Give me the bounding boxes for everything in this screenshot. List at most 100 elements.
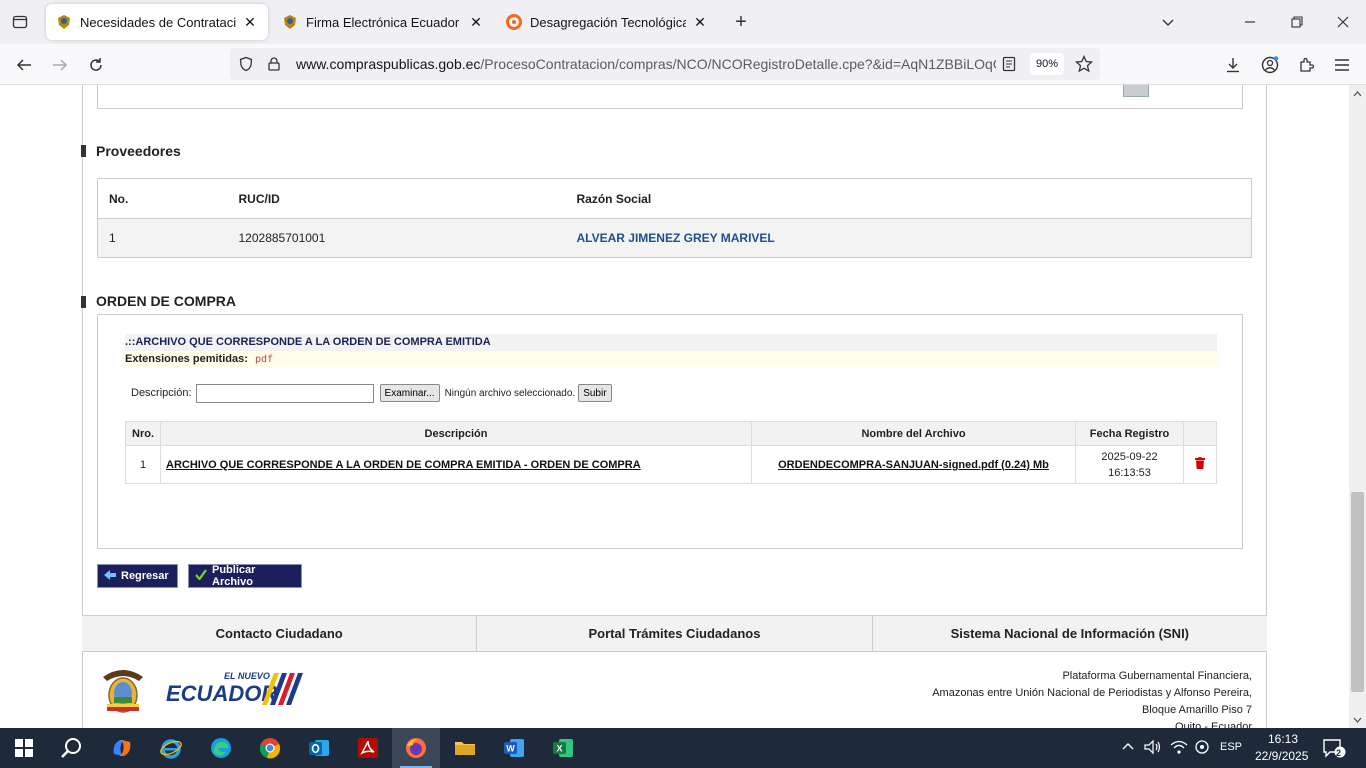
footer-address: Plataforma Gubernamental Financiera, Ama…	[932, 668, 1252, 728]
camera-privacy-icon[interactable]	[1194, 739, 1210, 758]
table-header-row: Nro. Descripción Nombre del Archivo Fech…	[125, 421, 1217, 446]
browser-nav-bar: www.compraspublicas.gob.ec/ProcesoContra…	[0, 44, 1366, 85]
cell-razon-social-link[interactable]: ALVEAR JIMENEZ GREY MARIVEL	[565, 218, 1252, 258]
fecha-time: 16:13:53	[1108, 466, 1151, 479]
chrome-icon[interactable]	[246, 728, 294, 768]
copilot-icon[interactable]	[98, 728, 146, 768]
cell-archivo: ORDENDECOMPRA-SANJUAN-signed.pdf (0.24) …	[751, 445, 1076, 484]
clock-date[interactable]: 22/9/2025	[1255, 749, 1308, 763]
clock-time[interactable]: 16:13	[1268, 732, 1298, 746]
upload-button[interactable]: Subir	[578, 384, 612, 402]
tab-title: Necesidades de Contratación y	[80, 14, 236, 30]
descripcion-link[interactable]: ARCHIVO QUE CORRESPONDE A LA ORDEN DE CO…	[166, 459, 641, 471]
language-indicator[interactable]: ESP	[1220, 741, 1242, 753]
proveedores-title: Proveedores	[96, 143, 181, 159]
descripcion-label: Descripción:	[131, 387, 192, 399]
wifi-icon[interactable]	[1170, 739, 1188, 758]
address-line: Plataforma Gubernamental Financiera,	[1062, 670, 1252, 682]
new-tab-icon[interactable]: +	[729, 10, 753, 34]
tab-necesidades[interactable]: Necesidades de Contratación y ✕	[46, 4, 268, 40]
forward-arrow-icon[interactable]	[45, 50, 75, 80]
back-arrow-icon[interactable]	[9, 50, 39, 80]
orden-compra-title: ORDEN DE COMPRA	[96, 293, 237, 309]
cell-ruc: 1202885701001	[227, 218, 566, 258]
previous-section-box	[97, 85, 1243, 109]
footer-link-sni[interactable]: Sistema Nacional de Información (SNI)	[873, 616, 1267, 651]
col-header-actions	[1183, 421, 1217, 446]
volume-icon[interactable]	[1144, 739, 1162, 758]
archivo-link[interactable]: ORDENDECOMPRA-SANJUAN-signed.pdf (0.24) …	[778, 459, 1049, 471]
address-line: Quito - Ecuador	[1174, 721, 1252, 728]
hamburger-menu-icon[interactable]	[1327, 50, 1357, 80]
scroll-up-arrow-icon[interactable]	[1349, 85, 1366, 102]
search-icon[interactable]	[48, 728, 96, 768]
account-icon[interactable]	[1255, 50, 1285, 80]
footer-link-contacto[interactable]: Contacto Ciudadano	[82, 616, 478, 651]
lock-icon[interactable]	[260, 50, 288, 78]
footer-link-portal-tramites[interactable]: Portal Trámites Ciudadanos	[477, 616, 873, 651]
close-tab-icon[interactable]: ✕	[692, 14, 708, 30]
coat-of-arms-logo	[99, 663, 147, 715]
extensions-icon[interactable]	[1291, 50, 1321, 80]
excel-icon[interactable]: X	[539, 728, 587, 768]
svg-text:ECUADOR: ECUADOR	[166, 681, 277, 706]
ecuador-shield-icon	[284, 15, 296, 29]
regresar-button[interactable]: Regresar	[97, 564, 178, 588]
close-tab-icon[interactable]: ✕	[242, 14, 258, 30]
browser-tab-bar: Necesidades de Contratación y ✕ Firma El…	[0, 0, 1366, 44]
no-file-text: Ningún archivo seleccionado.	[444, 387, 576, 399]
proveedores-table: No. RUC/ID Razón Social 1 1202885701001 …	[97, 178, 1252, 258]
col-header-nro: Nro.	[125, 421, 161, 446]
col-header-descripcion: Descripción	[160, 421, 752, 446]
file-explorer-icon[interactable]	[441, 728, 489, 768]
page-viewport: Proveedores No. RUC/ID Razón Social 1 12…	[0, 85, 1349, 728]
minimize-icon[interactable]	[1236, 8, 1264, 36]
table-row: 1 ARCHIVO QUE CORRESPONDE A LA ORDEN DE …	[125, 445, 1217, 484]
shield-icon[interactable]	[232, 50, 260, 78]
url-text[interactable]: www.compraspublicas.gob.ec/ProcesoContra…	[296, 56, 996, 72]
star-bookmark-icon[interactable]	[1070, 50, 1098, 78]
cell-delete	[1183, 445, 1217, 484]
internet-explorer-icon[interactable]	[147, 728, 195, 768]
tab-title: Firma Electrónica Ecuador - Firm	[306, 14, 462, 30]
tab-list-icon[interactable]	[8, 10, 32, 34]
svg-text:W: W	[506, 744, 515, 754]
col-header-fecha: Fecha Registro	[1075, 421, 1184, 446]
windows-taskbar: W X ESP 16:13 22/9/2025 2	[0, 728, 1366, 768]
acrobat-icon[interactable]	[344, 728, 392, 768]
reader-view-icon[interactable]	[995, 50, 1023, 78]
tray-chevron-up-icon[interactable]	[1121, 740, 1135, 754]
section-marker	[81, 145, 86, 157]
word-icon[interactable]: W	[490, 728, 538, 768]
windows-start-icon[interactable]	[0, 728, 48, 768]
scrollbar-thumb[interactable]	[1351, 492, 1364, 692]
publicar-archivo-button[interactable]: Publicar Archivo	[188, 564, 302, 588]
archivos-table: Nro. Descripción Nombre del Archivo Fech…	[125, 421, 1217, 484]
edge-icon[interactable]	[197, 728, 245, 768]
zoom-level-badge[interactable]: 90%	[1030, 53, 1065, 75]
regresar-label: Regresar	[121, 570, 169, 582]
descripcion-input[interactable]	[195, 383, 374, 403]
tab-firma-electronica[interactable]: Firma Electrónica Ecuador - Firm ✕	[272, 4, 494, 40]
browse-button[interactable]: Examinar...	[379, 384, 440, 402]
close-window-icon[interactable]	[1329, 8, 1357, 36]
restore-icon[interactable]	[1283, 8, 1311, 36]
url-bar[interactable]: www.compraspublicas.gob.ec/ProcesoContra…	[230, 48, 1100, 80]
scanner-icon[interactable]	[1123, 85, 1149, 97]
col-header-no: No.	[97, 178, 228, 219]
trash-icon[interactable]	[1195, 457, 1205, 469]
chevron-down-icon[interactable]	[1154, 8, 1182, 36]
extensions-value: pdf	[254, 354, 273, 365]
tab-title: Desagregación Tecnológica: Cál	[530, 14, 686, 30]
col-header-archivo: Nombre del Archivo	[751, 421, 1076, 446]
notifications-icon[interactable]	[1322, 738, 1346, 761]
firefox-icon[interactable]	[392, 728, 440, 768]
outlook-icon[interactable]	[295, 728, 343, 768]
reload-icon[interactable]	[81, 50, 111, 80]
close-tab-icon[interactable]: ✕	[468, 14, 484, 30]
scroll-down-arrow-icon[interactable]	[1349, 711, 1366, 728]
download-icon[interactable]	[1218, 50, 1248, 80]
svg-text:EL NUEVO: EL NUEVO	[224, 671, 270, 681]
tab-desagregacion[interactable]: Desagregación Tecnológica: Cál ✕	[496, 4, 718, 40]
orden-compra-panel: .::ARCHIVO QUE CORRESPONDE A LA ORDEN DE…	[97, 314, 1243, 549]
